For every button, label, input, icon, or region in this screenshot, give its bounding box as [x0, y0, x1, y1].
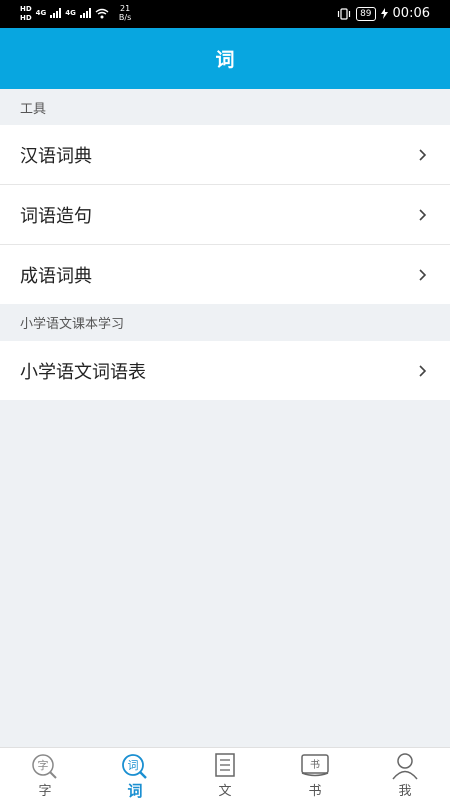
clock: 00:06: [392, 6, 430, 21]
page-title: 词: [215, 49, 235, 71]
signal-icon-1: [50, 8, 62, 18]
app-header: 词: [0, 28, 450, 89]
list-item-label: 汉语词典: [20, 145, 92, 167]
tab-zi[interactable]: 字 字: [0, 748, 90, 800]
tab-ci[interactable]: 词 词: [90, 748, 180, 800]
tab-label: 字: [38, 784, 52, 799]
document-icon: [215, 753, 235, 777]
zi-search-icon: 字: [32, 754, 57, 779]
list-item-primary-word-list[interactable]: 小学语文词语表: [0, 341, 450, 400]
charging-icon: [380, 8, 388, 19]
list-item-chinese-dictionary[interactable]: 汉语词典: [0, 125, 450, 184]
list-item-label: 词语造句: [20, 205, 92, 227]
hd-badge-1: HD: [20, 4, 32, 13]
tab-wen[interactable]: 文: [180, 748, 270, 800]
chevron-right-icon: [419, 268, 427, 281]
tab-label: 词: [127, 782, 143, 800]
svg-text:词: 词: [128, 759, 139, 772]
ci-search-icon: 词: [122, 754, 147, 779]
network-type-1: 4G: [35, 9, 47, 17]
tab-label: 文: [218, 784, 232, 799]
status-left: HD HD 4G 4G 21 B/s: [20, 4, 131, 22]
book-icon: 书: [301, 754, 329, 777]
tab-label: 我: [398, 784, 412, 799]
tab-shu[interactable]: 书 书: [270, 748, 360, 800]
chevron-right-icon: [419, 208, 427, 221]
vibrate-icon: [337, 7, 351, 20]
bottom-nav: 字 字 词 词 文 书 书 我: [0, 747, 450, 800]
signal-icon-2: [79, 8, 91, 18]
chevron-right-icon: [419, 148, 427, 161]
svg-text:书: 书: [310, 759, 320, 771]
svg-text:字: 字: [38, 758, 49, 772]
list-item-label: 成语词典: [20, 265, 92, 287]
list-item-word-sentence[interactable]: 词语造句: [0, 185, 450, 244]
tab-wo[interactable]: 我: [360, 748, 450, 800]
network-speed: 21 B/s: [118, 4, 132, 22]
list-item-idiom-dictionary[interactable]: 成语词典: [0, 245, 450, 304]
person-icon: [392, 753, 418, 780]
hd-badge-2: HD: [20, 13, 32, 22]
tab-label: 书: [308, 784, 322, 799]
chevron-right-icon: [419, 364, 427, 377]
network-type-2: 4G: [65, 9, 76, 17]
section-header-tools: 工具: [0, 89, 450, 125]
list-item-label: 小学语文词语表: [20, 361, 146, 383]
status-right: 89 00:06: [337, 6, 430, 21]
wifi-icon: [95, 8, 109, 18]
section-header-textbook: 小学语文课本学习: [0, 304, 450, 340]
status-bar: HD HD 4G 4G 21 B/s 89 00:06: [0, 0, 450, 28]
battery-indicator: 89: [356, 6, 376, 21]
